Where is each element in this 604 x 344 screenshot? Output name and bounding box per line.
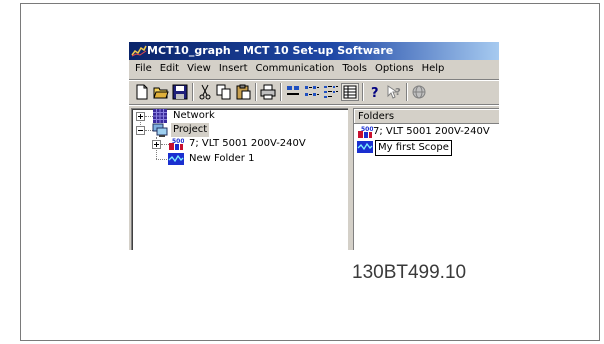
help-icon[interactable]: ? xyxy=(367,84,383,100)
open-folder-icon[interactable] xyxy=(153,84,169,100)
window-title: MCT10_graph - MCT 10 Set-up Software xyxy=(147,44,394,57)
cut-icon[interactable] xyxy=(197,84,213,100)
context-help-icon[interactable]: ? xyxy=(386,84,402,100)
save-icon[interactable] xyxy=(172,84,188,100)
folders-column-header[interactable]: Folders xyxy=(354,109,499,124)
menu-tools[interactable]: Tools xyxy=(338,60,371,78)
figure-code: 130BT499.10 xyxy=(352,262,467,283)
app-logo-icon xyxy=(131,45,147,57)
folder-item-label: 7; VLT 5001 200V-240V xyxy=(373,126,490,137)
rename-field[interactable]: My first Scope xyxy=(375,140,452,156)
menu-edit[interactable]: Edit xyxy=(156,60,183,78)
tree-item-label: Project xyxy=(171,123,210,137)
scope-icon xyxy=(168,153,184,165)
scope-icon xyxy=(357,141,373,153)
drive-icon: 5000 xyxy=(169,138,184,150)
paste-icon[interactable] xyxy=(235,84,251,100)
title-bar[interactable]: MCT10_graph - MCT 10 Set-up Software xyxy=(129,42,499,60)
toolbar: ? ? xyxy=(129,81,499,103)
tree-item-label: New Folder 1 xyxy=(189,153,255,164)
svg-text:?: ? xyxy=(395,87,401,98)
drive-icon: 5000 xyxy=(358,126,373,138)
network-grid-icon xyxy=(153,109,167,123)
toolbar-separator xyxy=(362,83,364,101)
menu-view[interactable]: View xyxy=(183,60,215,78)
menu-help[interactable]: Help xyxy=(418,60,449,78)
project-computer-icon xyxy=(152,123,168,137)
toolbar-bottom-separator xyxy=(129,104,499,106)
folders-pane[interactable]: Folders 5000 7; VLT 5001 200V-240V My fi… xyxy=(353,108,499,250)
menu-communication[interactable]: Communication xyxy=(252,60,339,78)
menu-insert[interactable]: Insert xyxy=(215,60,252,78)
copy-icon[interactable] xyxy=(216,84,232,100)
menu-options[interactable]: Options xyxy=(371,60,418,78)
tree-item-label: Network xyxy=(173,110,215,121)
expand-icon[interactable] xyxy=(136,112,145,121)
globe-icon[interactable] xyxy=(411,84,427,100)
expand-icon[interactable] xyxy=(152,140,161,149)
print-icon[interactable] xyxy=(260,84,276,100)
toolbar-separator xyxy=(255,83,257,101)
new-icon[interactable] xyxy=(134,84,150,100)
toolbar-separator xyxy=(406,83,408,101)
svg-text:?: ? xyxy=(371,86,379,100)
list-icon[interactable] xyxy=(323,84,339,100)
project-tree[interactable]: Network Project 5000 7; VLT 5001 200V-24… xyxy=(131,108,349,250)
menu-bar: File Edit View Insert Communication Tools Opti… xyxy=(129,60,499,78)
tree-item-label: 7; VLT 5001 200V-240V xyxy=(189,138,306,149)
toolbar-separator xyxy=(280,83,282,101)
small-icons-icon[interactable] xyxy=(304,84,320,100)
menu-file[interactable]: File xyxy=(129,60,156,78)
toolbar-separator xyxy=(192,83,194,101)
app-window: MCT10_graph - MCT 10 Set-up Software Fil… xyxy=(129,42,499,250)
large-icons-icon[interactable] xyxy=(285,84,301,100)
collapse-icon[interactable] xyxy=(136,126,145,135)
details-icon[interactable] xyxy=(341,83,359,101)
